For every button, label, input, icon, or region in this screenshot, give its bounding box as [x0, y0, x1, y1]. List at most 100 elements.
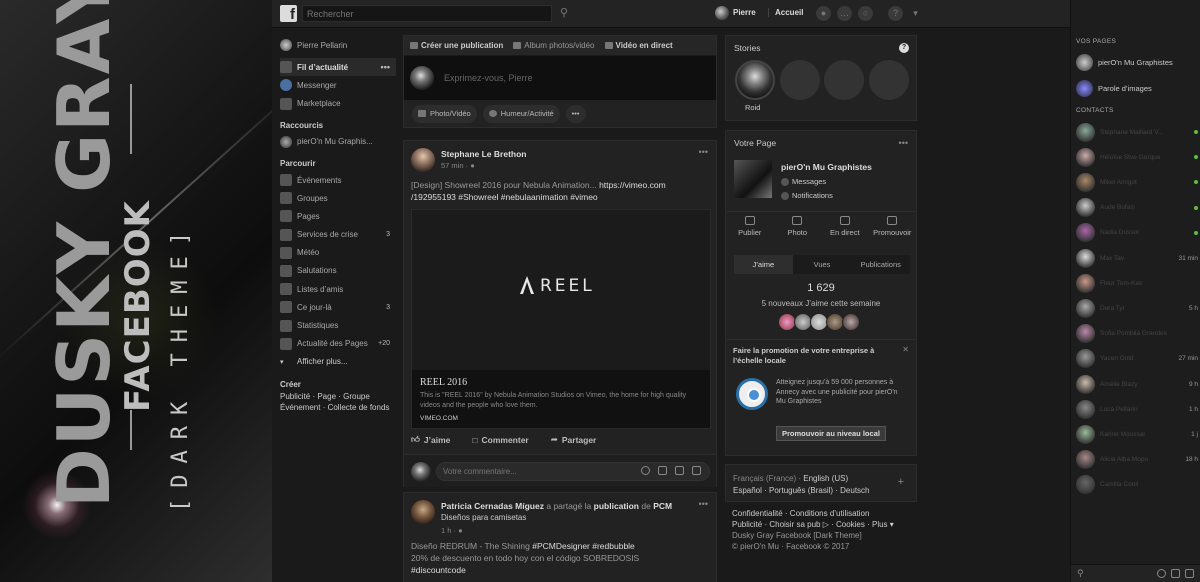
post-hashtags[interactable]: #PCMDesigner #redbubble	[532, 541, 635, 551]
camera-icon[interactable]	[658, 466, 667, 475]
sidebar-item-memories[interactable]: Ce jour-là 3	[280, 298, 396, 316]
promote-button[interactable]: Promouvoir	[869, 212, 917, 237]
contact-item[interactable]: Karine Moussal 1 j	[1076, 424, 1198, 444]
composer-input[interactable]: Exprimez-vous, Pierre	[444, 73, 533, 83]
footer-line[interactable]: Publicité · Choisir sa pub ▷ · Cookies ·…	[732, 519, 912, 530]
contact-item[interactable]: Mikel Amigot	[1076, 172, 1198, 192]
sidebar-item-messenger[interactable]: Messenger	[280, 76, 396, 94]
composer-body[interactable]: Exprimez-vous, Pierre	[404, 56, 716, 100]
post-link[interactable]: https://vimeo.com	[599, 180, 666, 190]
contact-item[interactable]: Yacen Gold 27 min	[1076, 349, 1198, 369]
post-author[interactable]: Stephane Le Brethon	[441, 149, 526, 159]
language-links[interactable]: Español · Português (Brasil) · Deutsch	[733, 486, 870, 495]
sidebar-item-profile[interactable]: Pierre Pellarin	[280, 36, 396, 54]
close-icon[interactable]: ✕	[902, 345, 909, 354]
contact-item[interactable]: Alicia Alba Mopo 18 h	[1076, 450, 1198, 470]
emoji-icon[interactable]	[641, 466, 650, 475]
share-button[interactable]: ➦ Partager	[551, 434, 597, 445]
new-group-icon[interactable]	[1185, 569, 1194, 578]
contact-item[interactable]: Stéphane Maillard V...	[1076, 122, 1198, 142]
sidebar-item-crisis[interactable]: Services de crise 3	[280, 226, 396, 244]
tab-likes[interactable]: J’aime	[734, 255, 793, 274]
post-timestamp[interactable]: 57 min · ●	[441, 161, 475, 170]
search-icon[interactable]: ⚲	[560, 6, 574, 20]
help-icon[interactable]: ?	[899, 43, 909, 53]
publish-button[interactable]: Publier	[726, 212, 774, 237]
chat-page-item[interactable]: Parole d’images	[1076, 78, 1196, 98]
contact-item[interactable]: Héloïse Stve Gorque	[1076, 147, 1198, 167]
help-icon[interactable]: ?	[888, 6, 903, 21]
sidebar-item-weather[interactable]: Météo	[280, 244, 396, 262]
sidebar-item-friend-lists[interactable]: Listes d’amis	[280, 280, 396, 298]
promote-locally-button[interactable]: Promouvoir au niveau local	[776, 426, 886, 441]
facebook-logo[interactable]: f	[280, 5, 297, 22]
gear-icon[interactable]	[1157, 569, 1166, 578]
home-link[interactable]: Accueil	[768, 8, 803, 17]
contact-item[interactable]: Sofia Pombila Grandes	[1076, 324, 1198, 344]
create-links-line2[interactable]: Événement · Collecte de fonds	[280, 402, 396, 413]
sidebar-item-pages-feed[interactable]: Actualité des Pages +20	[280, 335, 396, 353]
more-options-icon[interactable]: •••	[699, 499, 708, 509]
see-more-link[interactable]: ▾ Afficher plus...	[280, 353, 396, 371]
sidebar-item-pages[interactable]: Pages	[280, 207, 396, 225]
more-options-icon[interactable]: •••	[899, 138, 908, 148]
sidebar-item-news-feed[interactable]: Fil d’actualité •••	[280, 58, 396, 77]
tab-views[interactable]: Vues	[793, 255, 852, 274]
more-options-icon[interactable]: •••	[381, 62, 390, 72]
contact-item[interactable]: Luca Pellarin 1 h	[1076, 399, 1198, 419]
messenger-icon[interactable]: …	[837, 6, 852, 21]
post-timestamp[interactable]: 1 h · ●	[441, 526, 463, 535]
chat-page-item[interactable]: pierO'n Mu Graphistes	[1076, 52, 1196, 72]
shared-post-link[interactable]: publication	[594, 501, 639, 511]
like-button[interactable]: 👍︎ J’aime	[411, 434, 450, 445]
story-item[interactable]	[735, 60, 775, 100]
create-links-line1[interactable]: Publicité · Page · Groupe	[280, 391, 396, 402]
shared-page-link[interactable]: PCM	[653, 501, 672, 511]
page-thumbnail[interactable]	[734, 160, 772, 198]
link-title[interactable]: REEL 2016	[420, 377, 467, 388]
avatar[interactable]	[411, 148, 435, 172]
tab-create-post[interactable]: Créer une publication	[410, 41, 503, 50]
tab-photo-album[interactable]: Album photos/vidéo	[513, 41, 595, 50]
photo-button[interactable]: Photo	[774, 212, 822, 237]
search-input[interactable]	[302, 5, 552, 22]
post-author[interactable]: Patricia Cernadas Míguez	[441, 501, 544, 511]
comment-button[interactable]: □ Commenter	[472, 434, 528, 445]
link-preview-media[interactable]: REEL	[412, 210, 710, 370]
sidebar-item-events[interactable]: Événements	[280, 171, 396, 189]
post-hashtags[interactable]: #discountcode	[411, 565, 466, 575]
contact-item[interactable]: Fleur Tom-Kas	[1076, 273, 1198, 293]
contact-item[interactable]: Nadia Dussol	[1076, 223, 1198, 243]
photo-video-button[interactable]: Photo/Vidéo	[412, 104, 477, 123]
story-label[interactable]: Roid	[745, 103, 760, 112]
avatar[interactable]	[842, 313, 860, 331]
comment-input[interactable]: Votre commentaire...	[436, 462, 710, 481]
avatar[interactable]	[411, 500, 435, 524]
link-preview-card[interactable]: REEL REEL 2016 This is "REEL 2016" by Ne…	[411, 209, 711, 429]
sticker-icon[interactable]	[692, 466, 701, 475]
sidebar-item-groups[interactable]: Groupes	[280, 189, 396, 207]
tab-publications[interactable]: Publications	[851, 255, 910, 274]
profile-avatar[interactable]	[715, 6, 729, 20]
friend-requests-icon[interactable]: ●	[816, 6, 831, 21]
sidebar-item-stats[interactable]: Statistiques	[280, 316, 396, 334]
profile-name-link[interactable]: Pierre	[733, 8, 756, 17]
more-options-icon[interactable]: •••	[699, 147, 708, 157]
live-button[interactable]: En direct	[821, 212, 869, 237]
contact-item[interactable]: Aude Bufais	[1076, 198, 1198, 218]
search-icon[interactable]: ⚲	[1077, 568, 1084, 579]
footer-line[interactable]: Confidentialité · Conditions d’utilisati…	[732, 508, 912, 519]
more-options-button[interactable]: •••	[565, 104, 586, 123]
create-links[interactable]: Publicité · Page · Groupe Événement · Co…	[280, 391, 396, 413]
sidebar-item-greetings[interactable]: Salutations	[280, 262, 396, 280]
chevron-down-icon[interactable]: ▾	[908, 6, 923, 21]
contact-item[interactable]: Max Tav 31 min	[1076, 248, 1198, 268]
notifications-link[interactable]: Notifications	[781, 191, 833, 200]
language-link[interactable]: English (US)	[803, 474, 848, 483]
messages-link[interactable]: Messages	[781, 177, 826, 186]
gif-icon[interactable]	[675, 466, 684, 475]
page-name-link[interactable]: pierO'n Mu Graphistes	[781, 162, 872, 172]
add-language-icon[interactable]: +	[898, 476, 904, 488]
post-hashtags[interactable]: /192955193 #Showreel #nebulaanimation #v…	[411, 192, 598, 202]
notifications-globe-icon[interactable]: ○	[858, 6, 873, 21]
